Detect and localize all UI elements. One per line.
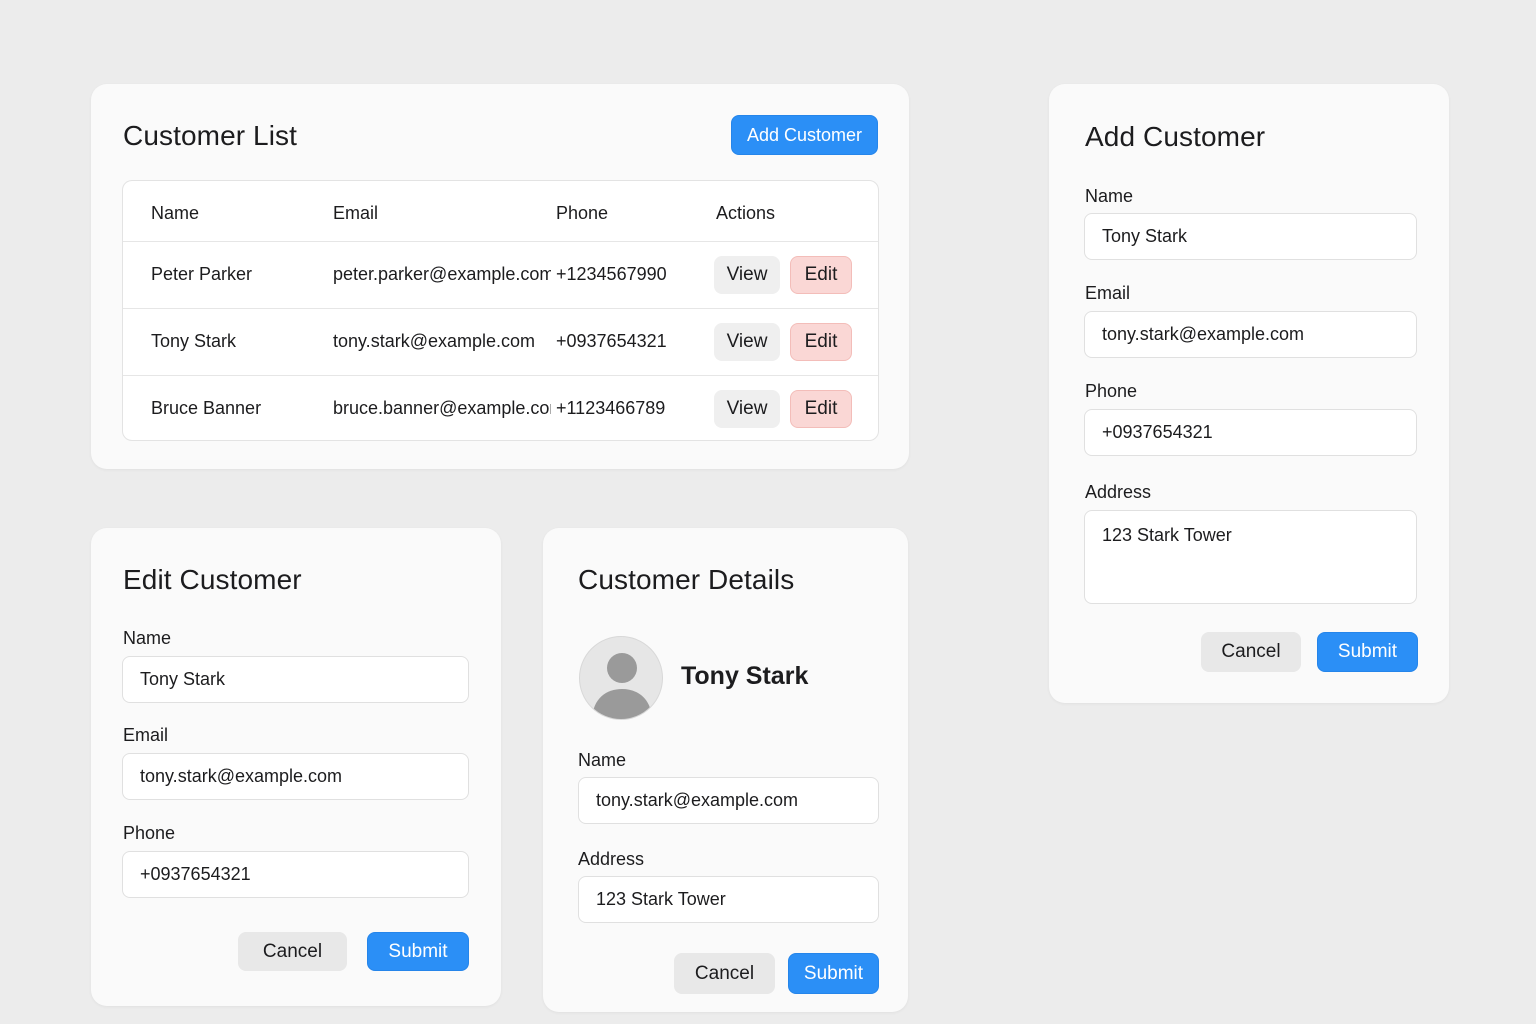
view-button[interactable]: View xyxy=(714,323,780,361)
row-phone: +1234567990 xyxy=(556,264,667,284)
table-row: Peter Parker peter.parker@example.com +1… xyxy=(123,241,878,308)
cancel-button[interactable]: Cancel xyxy=(674,953,775,994)
view-button[interactable]: View xyxy=(714,256,780,294)
avatar xyxy=(579,636,663,720)
name-field[interactable] xyxy=(1084,213,1417,260)
table-header: Name Email Phone Actions xyxy=(123,181,878,241)
column-header-actions: Actions xyxy=(716,203,776,223)
row-email: tony.stark@example.com xyxy=(333,331,536,351)
add-customer-card: Add Customer Name Email Phone Address 12… xyxy=(1049,84,1449,703)
address-field[interactable] xyxy=(578,876,879,923)
column-header-name: Name xyxy=(151,203,200,223)
customer-list-card: Customer List Add Customer Name Email Ph… xyxy=(91,84,909,469)
column-header-email: Email xyxy=(333,203,379,223)
column-header-phone: Phone xyxy=(556,203,609,223)
email-field[interactable] xyxy=(122,753,469,800)
edit-button[interactable]: Edit xyxy=(790,256,852,294)
edit-customer-card: Edit Customer Name Email Phone Cancel Su… xyxy=(91,528,501,1006)
email-field[interactable] xyxy=(1084,311,1417,358)
phone-label: Phone xyxy=(123,823,176,843)
row-name: Tony Stark xyxy=(151,331,237,351)
add-customer-button[interactable]: Add Customer xyxy=(731,115,878,155)
address-field[interactable]: 123 Stark Tower xyxy=(1084,510,1417,604)
submit-button[interactable]: Submit xyxy=(788,953,879,994)
customer-display-name: Tony Stark xyxy=(681,662,809,690)
phone-field[interactable] xyxy=(1084,409,1417,456)
edit-button[interactable]: Edit xyxy=(790,323,852,361)
row-phone: +0937654321 xyxy=(556,331,667,351)
address-label: Address xyxy=(1085,482,1152,502)
submit-button[interactable]: Submit xyxy=(1317,632,1418,672)
name-field[interactable] xyxy=(122,656,469,703)
email-label: Email xyxy=(123,725,169,745)
view-button[interactable]: View xyxy=(714,390,780,428)
row-phone: +1123466789 xyxy=(556,398,666,418)
name-label: Name xyxy=(1085,186,1134,206)
add-customer-title: Add Customer xyxy=(1085,121,1266,152)
row-name: Peter Parker xyxy=(151,264,253,284)
table-row: Tony Stark tony.stark@example.com +09376… xyxy=(123,308,878,375)
cancel-button[interactable]: Cancel xyxy=(238,932,347,971)
edit-customer-title: Edit Customer xyxy=(123,564,302,595)
address-label: Address xyxy=(578,849,645,869)
customer-table: Name Email Phone Actions Peter Parker pe… xyxy=(122,180,879,441)
name-label: Name xyxy=(578,750,627,770)
user-icon xyxy=(592,653,652,719)
edit-button[interactable]: Edit xyxy=(790,390,852,428)
row-name: Bruce Banner xyxy=(151,398,262,418)
customer-list-title: Customer List xyxy=(123,120,298,151)
customer-details-card: Customer Details Tony Stark Name Address… xyxy=(543,528,908,1012)
email-label: Email xyxy=(1085,283,1131,303)
submit-button[interactable]: Submit xyxy=(367,932,469,971)
row-email: bruce.banner@example.com xyxy=(333,398,551,418)
row-email: peter.parker@example.com xyxy=(333,264,551,284)
phone-field[interactable] xyxy=(122,851,469,898)
name-label: Name xyxy=(123,628,172,648)
cancel-button[interactable]: Cancel xyxy=(1201,632,1301,672)
table-row: Bruce Banner bruce.banner@example.com +1… xyxy=(123,375,878,441)
phone-label: Phone xyxy=(1085,381,1138,401)
customer-details-title: Customer Details xyxy=(578,564,795,595)
name-field[interactable] xyxy=(578,777,879,824)
